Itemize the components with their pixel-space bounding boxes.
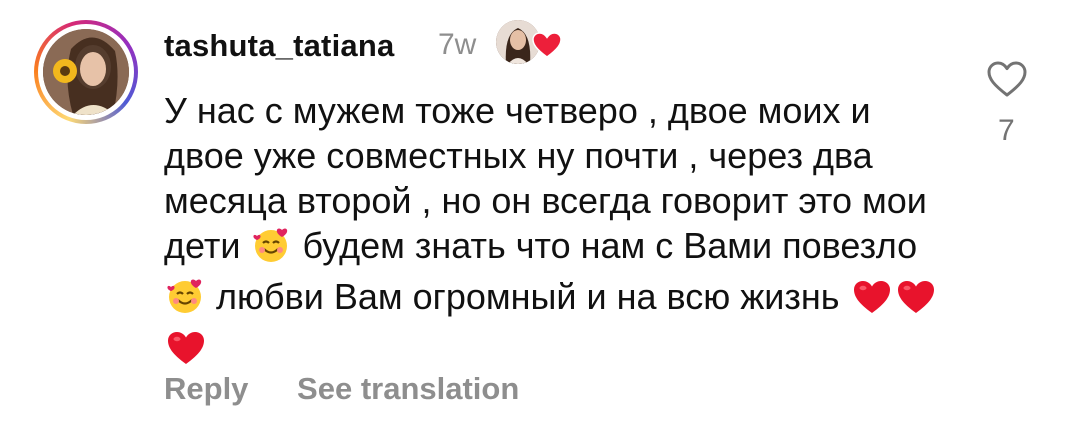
red-heart-icon — [166, 330, 206, 376]
username[interactable]: tashuta_tatiana — [164, 28, 394, 64]
like-count: 7 — [998, 114, 1015, 147]
smiling-face-with-hearts-icon — [166, 277, 204, 325]
red-heart-icon — [896, 279, 936, 325]
story-ring[interactable] — [34, 20, 138, 124]
comment-text-part-3: любви Вам огромный и на всю жизнь — [216, 276, 840, 317]
comment-timestamp: 7w — [438, 28, 477, 61]
smiling-face-with-hearts-icon — [252, 226, 290, 274]
liked-by-author-badge — [496, 20, 568, 66]
avatar-image — [43, 29, 129, 115]
avatar[interactable] — [43, 29, 129, 115]
comment-actions: Reply See translation — [164, 371, 519, 407]
see-translation-button[interactable]: See translation — [297, 371, 519, 406]
heart-outline-icon — [987, 61, 1027, 97]
red-heart-icon — [852, 279, 892, 325]
reply-button[interactable]: Reply — [164, 371, 248, 406]
comment-text: У нас с мужем тоже четверо , двое моих и… — [164, 88, 954, 376]
like-button[interactable] — [986, 60, 1028, 98]
creator-heart-icon — [532, 32, 562, 58]
comment-text-part-2: будем знать что нам с Вами повезло — [302, 225, 918, 266]
